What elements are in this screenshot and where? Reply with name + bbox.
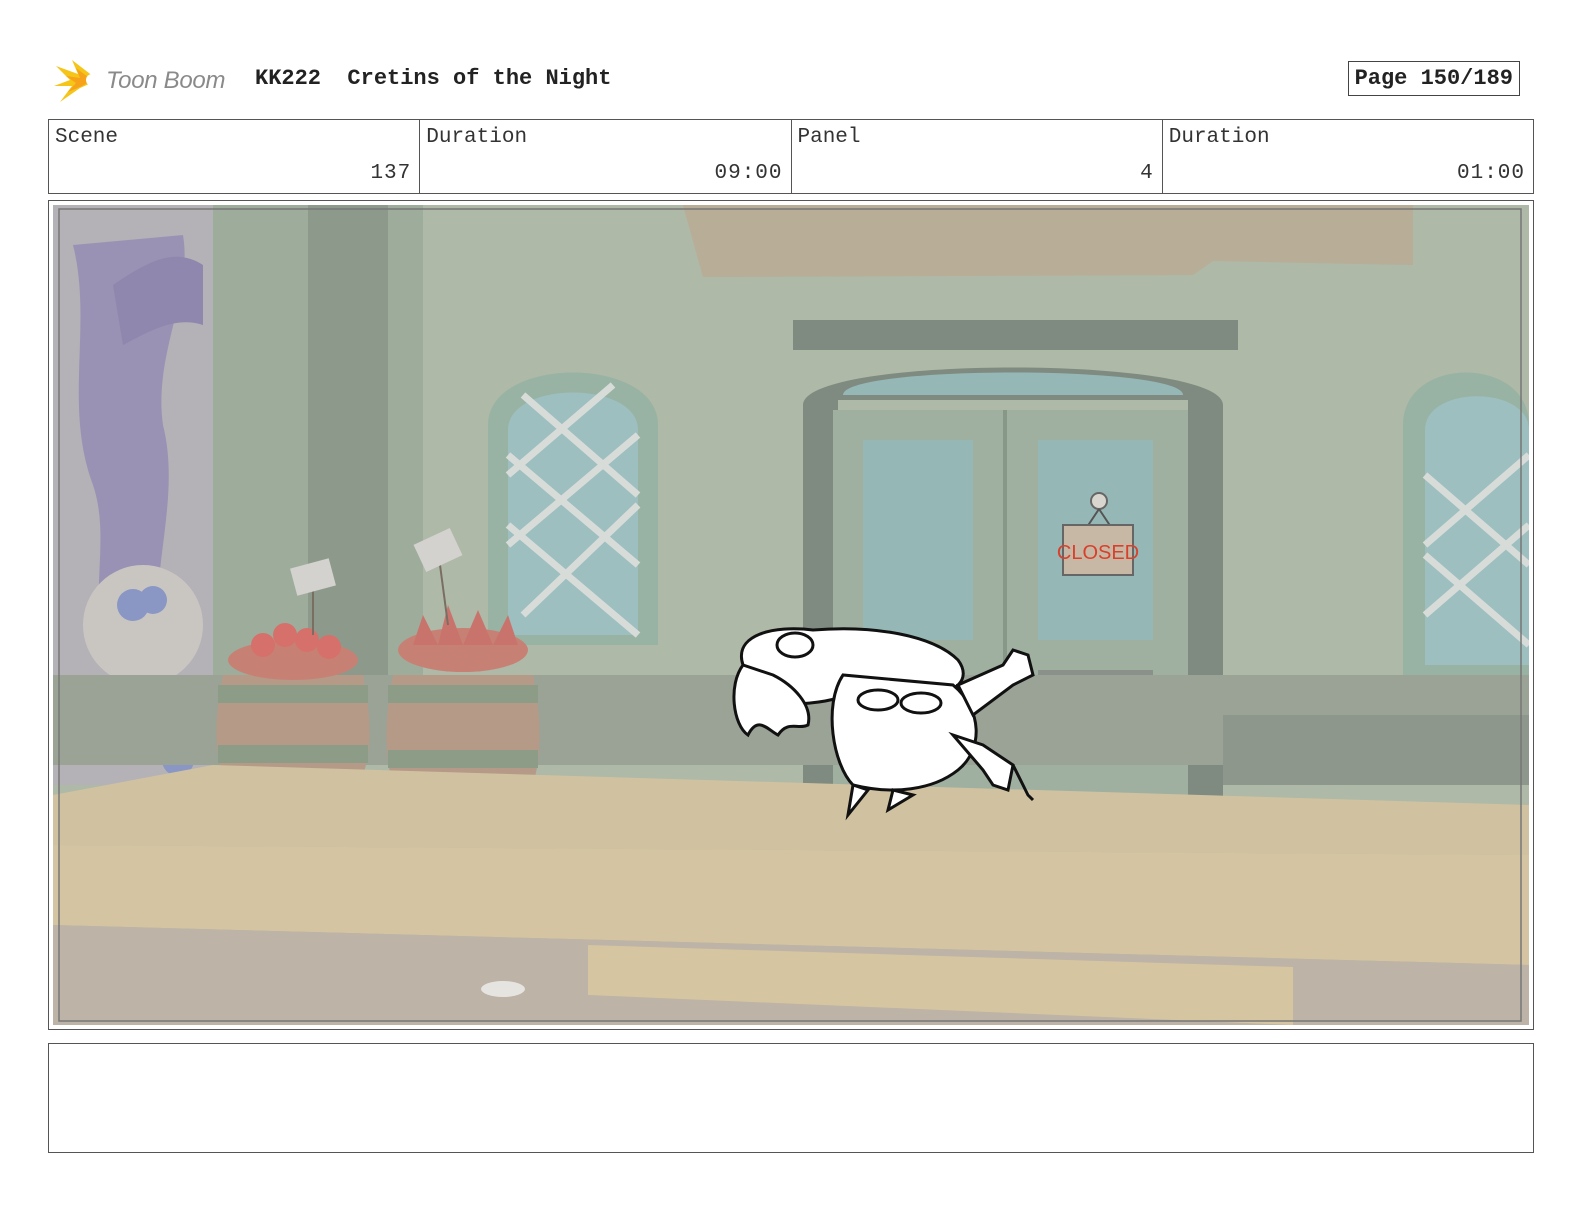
scene-label: Scene (55, 126, 119, 149)
production-title: KK222 Cretins of the Night (255, 66, 612, 91)
scene-value: 137 (370, 162, 412, 185)
panel-duration-value: 01:00 (1456, 162, 1525, 185)
panel-notes-box (48, 1043, 1534, 1153)
panel-cell: Panel 4 (792, 120, 1163, 193)
panel-value: 4 (1140, 162, 1154, 185)
panel-info-table: Scene 137 Duration 09:00 Panel 4 Duratio… (48, 119, 1534, 194)
panel-artwork: CLOSED (53, 205, 1529, 1025)
scene-duration-cell: Duration 09:00 (420, 120, 792, 193)
panel-duration-label: Duration (1168, 126, 1270, 149)
panel-frame: CLOSED (48, 200, 1534, 1030)
storyboard-drawing: CLOSED (53, 205, 1529, 1025)
scene-duration-label: Duration (426, 126, 528, 149)
toon-boom-logo: Toon Boom (52, 56, 242, 106)
closed-sign-text: CLOSED (1057, 542, 1139, 564)
logo-text: Toon Boom (106, 67, 226, 94)
panel-label: Panel (797, 126, 861, 149)
page-number: Page 150/189 (1347, 61, 1520, 96)
panel-duration-cell: Duration 01:00 (1163, 120, 1533, 193)
starburst-icon (54, 60, 98, 102)
scene-duration-value: 09:00 (714, 162, 783, 185)
storyboard-page: Toon Boom KK222 Cretins of the Night Pag… (0, 0, 1584, 1224)
scene-cell: Scene 137 (49, 120, 421, 193)
